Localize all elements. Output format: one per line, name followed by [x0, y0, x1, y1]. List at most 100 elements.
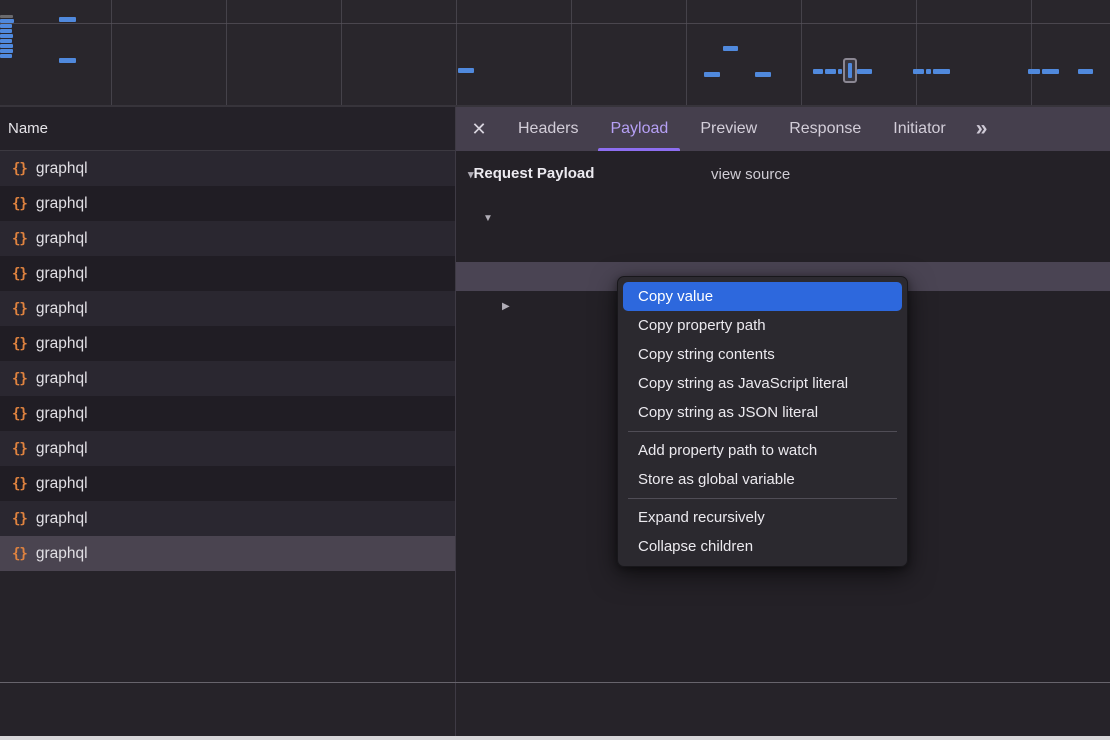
- overview-request-bar: [933, 69, 950, 74]
- request-name: graphql: [36, 300, 88, 318]
- overview-request-bar: [813, 69, 823, 74]
- request-name: graphql: [36, 510, 88, 528]
- json-braces-icon: {}: [12, 336, 27, 352]
- menu-item-copy-string-as-json-literal[interactable]: Copy string as JSON literal: [618, 398, 907, 427]
- request-name: graphql: [36, 545, 88, 563]
- json-braces-icon: {}: [12, 406, 27, 422]
- overview-gridline: [801, 0, 802, 105]
- triangle-down-icon[interactable]: ▼: [483, 204, 493, 233]
- overview-request-bar: [0, 34, 13, 38]
- json-braces-icon: {}: [12, 371, 27, 387]
- overview-request-bar: [0, 24, 12, 28]
- context-menu: Copy valueCopy property pathCopy string …: [617, 276, 908, 567]
- json-braces-icon: {}: [12, 231, 27, 247]
- tabs-host: HeadersPayloadPreviewResponseInitiator: [502, 107, 962, 151]
- overview-request-bar: [1028, 69, 1040, 74]
- overview-request-bar: [0, 29, 12, 33]
- triangle-right-icon[interactable]: ▶: [502, 292, 510, 321]
- menu-item-collapse-children[interactable]: Collapse children: [618, 532, 907, 561]
- request-name: graphql: [36, 405, 88, 423]
- overview-request-bar: [723, 46, 738, 51]
- tab-preview[interactable]: Preview: [684, 107, 773, 151]
- overview-gridline: [456, 0, 457, 105]
- request-row[interactable]: {} graphql: [0, 186, 455, 221]
- menu-item-store-as-global-variable[interactable]: Store as global variable: [618, 465, 907, 494]
- request-name: graphql: [36, 230, 88, 248]
- tab-payload[interactable]: Payload: [594, 107, 684, 151]
- request-row[interactable]: {} graphql: [0, 291, 455, 326]
- overview-gridline: [111, 0, 112, 105]
- pane-divider[interactable]: [455, 107, 456, 736]
- menu-separator: [628, 498, 897, 499]
- overview-request-bar: [913, 69, 924, 74]
- json-braces-icon: {}: [12, 196, 27, 212]
- request-name: graphql: [36, 160, 88, 178]
- menu-item-expand-recursively[interactable]: Expand recursively: [618, 503, 907, 532]
- request-row[interactable]: {} graphql: [0, 501, 455, 536]
- overview-gridline: [341, 0, 342, 105]
- menu-item-copy-string-as-javascript-literal[interactable]: Copy string as JavaScript literal: [618, 369, 907, 398]
- overview-request-bar: [0, 19, 14, 23]
- overview-request-bar: [59, 58, 76, 63]
- menu-item-add-property-path-to-watch[interactable]: Add property path to watch: [618, 436, 907, 465]
- name-column-header[interactable]: Name: [0, 107, 456, 151]
- payload-root-row[interactable]: ▼ {operationName: "ipFlowTimeseries", va…: [456, 204, 1110, 233]
- tab-response[interactable]: Response: [773, 107, 877, 151]
- request-row[interactable]: {}graphql: [0, 536, 455, 571]
- more-tabs-button[interactable]: »: [968, 107, 994, 151]
- json-braces-icon: {}: [12, 476, 27, 492]
- json-braces-icon: {}: [12, 266, 27, 282]
- json-braces-icon: {}: [12, 511, 27, 527]
- overview-request-bar: [0, 49, 13, 53]
- request-row[interactable]: {} graphql: [0, 326, 455, 361]
- overview-request-bar: [926, 69, 931, 74]
- menu-separator: [628, 431, 897, 432]
- request-row[interactable]: {} graphql: [0, 221, 455, 256]
- footer-bar: [0, 683, 1110, 736]
- overview-request-bar: [0, 54, 12, 58]
- overview-request-bar: [825, 69, 836, 74]
- request-row[interactable]: {} graphql: [0, 396, 455, 431]
- detail-tabbar: ✕ HeadersPayloadPreviewResponseInitiator…: [456, 107, 1110, 151]
- tab-initiator[interactable]: Initiator: [877, 107, 961, 151]
- chevron-double-right-icon: »: [976, 117, 986, 141]
- request-row[interactable]: {}graphql: [0, 361, 455, 396]
- overview-request-bar: [458, 68, 474, 73]
- overview-request-bar: [59, 17, 76, 22]
- overview-request-bar: [704, 72, 720, 77]
- operation-name-row[interactable]: operationName: "ipFlowTimeseries": [456, 233, 1110, 262]
- json-braces-icon: {}: [12, 441, 27, 457]
- window-bottom-edge: [0, 736, 1110, 740]
- network-overview[interactable]: [0, 0, 1110, 107]
- request-list: {} graphql {} graphql {} graphql {} graphql {} gr…: [0, 151, 455, 682]
- request-payload-section[interactable]: ▾Request Payload view source: [456, 165, 1110, 193]
- overview-selected-marker-tick: [848, 63, 852, 78]
- overview-request-bar: [0, 44, 13, 48]
- overview-gridline: [916, 0, 917, 105]
- overview-request-bar: [1042, 69, 1059, 74]
- json-braces-icon: {}: [12, 161, 27, 177]
- overview-gridline: [686, 0, 687, 105]
- request-row[interactable]: {}graphql: [0, 431, 455, 466]
- request-row[interactable]: {} graphql: [0, 256, 455, 291]
- request-name: graphql: [36, 265, 88, 283]
- request-row[interactable]: {} graphql: [0, 466, 455, 501]
- tab-headers[interactable]: Headers: [502, 107, 594, 151]
- request-name: graphql: [36, 335, 88, 353]
- request-row[interactable]: {} graphql: [0, 151, 455, 186]
- menu-item-copy-string-contents[interactable]: Copy string contents: [618, 340, 907, 369]
- overview-request-bar: [755, 72, 771, 77]
- request-name: graphql: [36, 195, 88, 213]
- name-column-label: Name: [8, 120, 48, 137]
- view-source-link[interactable]: view source: [711, 166, 790, 183]
- json-braces-icon: {}: [12, 301, 27, 317]
- close-detail-button[interactable]: ✕: [456, 107, 502, 151]
- overview-horizontal-gridline: [0, 23, 1110, 24]
- menu-item-copy-value[interactable]: Copy value: [623, 282, 902, 311]
- overview-gridline: [226, 0, 227, 105]
- close-icon: ✕: [471, 119, 486, 140]
- overview-request-bar: [1078, 69, 1093, 74]
- request-name: graphql: [36, 475, 88, 493]
- menu-item-copy-property-path[interactable]: Copy property path: [618, 311, 907, 340]
- overview-request-bar: [838, 69, 842, 74]
